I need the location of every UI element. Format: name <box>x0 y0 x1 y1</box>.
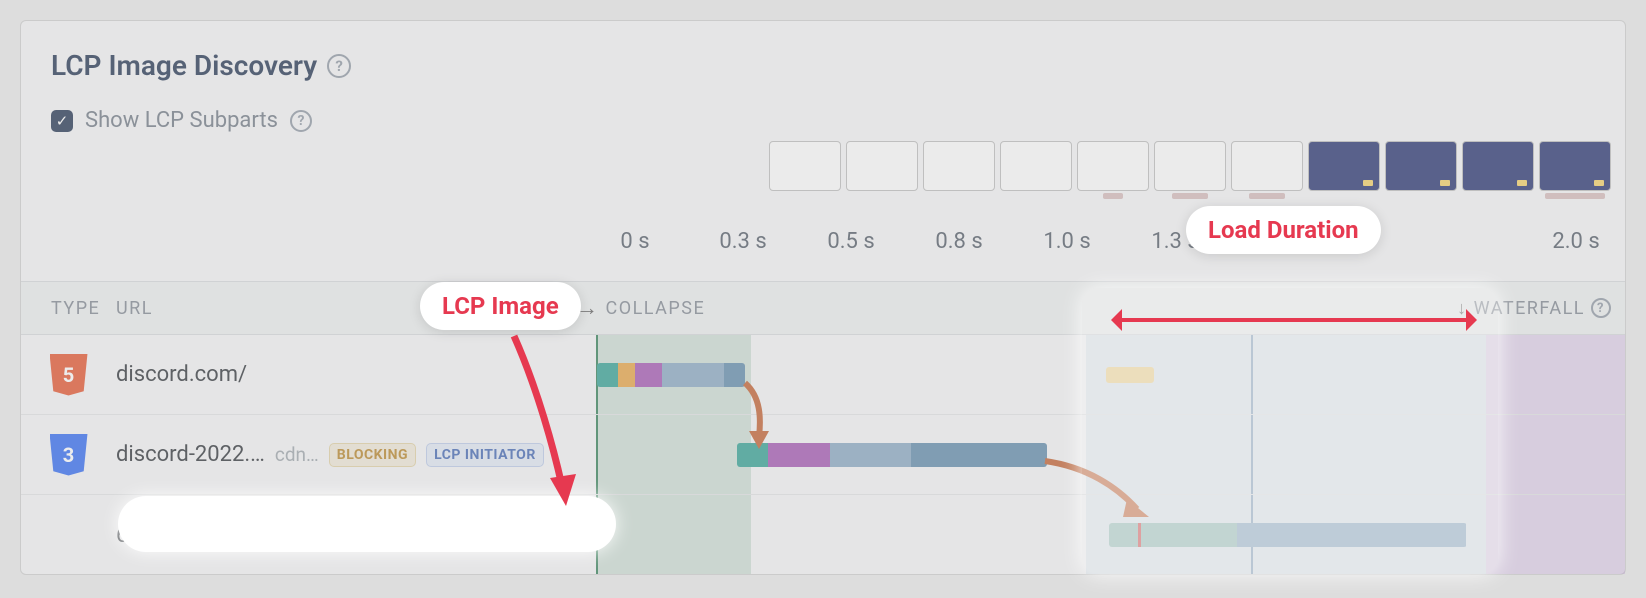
panel-title: LCP Image Discovery <box>51 49 317 82</box>
show-subparts-label: Show LCP Subparts <box>85 108 278 133</box>
html5-icon: 5 <box>50 354 88 396</box>
filmstrip-thumb[interactable] <box>1385 141 1457 191</box>
help-icon[interactable]: ? <box>290 110 312 132</box>
help-icon[interactable]: ? <box>327 54 351 78</box>
time-tick: 0.5 s <box>797 229 905 254</box>
filmstrip-thumb[interactable] <box>1154 141 1226 191</box>
annotation-arrow <box>1114 318 1474 322</box>
load-duration-highlight <box>1082 288 1498 574</box>
filmstrip-thumb[interactable] <box>1308 141 1380 191</box>
filmstrip-thumb[interactable] <box>846 141 918 191</box>
lcp-image-callout: LCP Image <box>420 282 581 330</box>
time-tick: 0 s <box>581 229 689 254</box>
time-tick: 0.8 s <box>905 229 1013 254</box>
filmstrip-thumb[interactable] <box>1462 141 1534 191</box>
time-axis: 0 s 0.3 s 0.5 s 0.8 s 1.0 s 1.3 s 2.0 s <box>581 229 1611 254</box>
column-type: TYPE <box>21 298 116 319</box>
time-tick: 2.0 s <box>1541 229 1611 254</box>
css3-icon: 3 <box>50 434 88 476</box>
help-icon[interactable]: ? <box>1591 298 1611 318</box>
show-subparts-checkbox[interactable]: ✓ <box>51 110 73 132</box>
initiator-arrow <box>731 379 781 459</box>
filmstrip-thumb[interactable] <box>1077 141 1149 191</box>
filmstrip-thumb[interactable] <box>1000 141 1072 191</box>
filmstrip-thumb[interactable] <box>923 141 995 191</box>
request-url: discord.com/ <box>116 362 247 387</box>
load-duration-callout: Load Duration <box>1186 206 1381 254</box>
collapse-button[interactable]: → COLLAPSE <box>576 295 705 321</box>
annotation-arrow <box>498 330 598 514</box>
filmstrip-thumb[interactable] <box>1231 141 1303 191</box>
subparts-toggle-row: ✓ Show LCP Subparts ? <box>21 92 1625 133</box>
request-url: discord-2022.… <box>116 442 265 467</box>
filmstrip-thumb[interactable] <box>769 141 841 191</box>
filmstrip <box>769 141 1611 199</box>
blocking-badge: BLOCKING <box>329 443 416 467</box>
time-tick: 0.3 s <box>689 229 797 254</box>
request-host: cdn… <box>275 443 319 466</box>
panel-title-row: LCP Image Discovery ? <box>21 21 1625 92</box>
waterfall-bar <box>737 443 1047 467</box>
waterfall-bar <box>597 363 745 387</box>
filmstrip-thumb[interactable] <box>1539 141 1611 191</box>
time-tick: 1.0 s <box>1013 229 1121 254</box>
